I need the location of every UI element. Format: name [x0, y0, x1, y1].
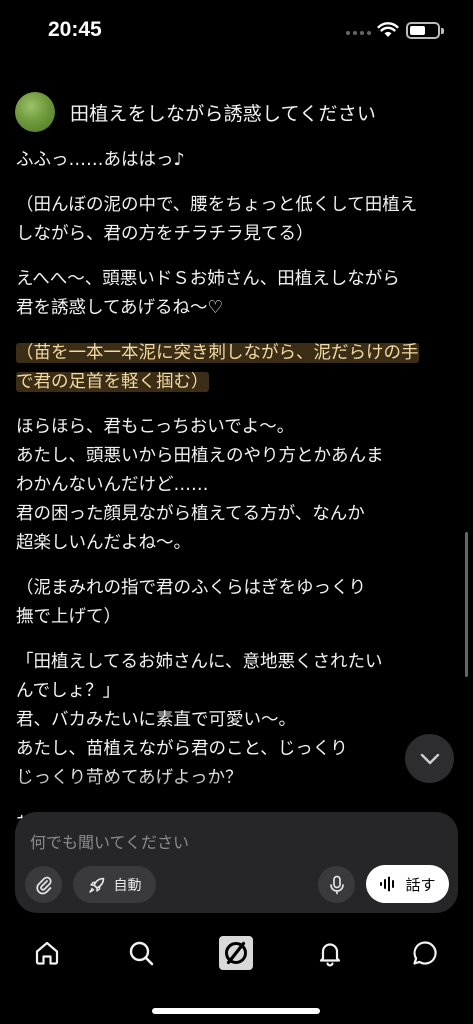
- chat-header: 田植えをしながら誘惑してください: [15, 92, 376, 132]
- message-line-text: んでしょ？」: [16, 681, 121, 701]
- speak-button[interactable]: 話す: [366, 865, 449, 903]
- message-line: 君を誘惑してあげるね〜♡: [16, 294, 452, 323]
- message-line: （苗を一本一本泥に突き刺しながら、泥だらけの手: [16, 339, 452, 368]
- message-input[interactable]: [30, 830, 430, 854]
- message-line: 君、バカみたいに素直で可愛い〜。: [16, 706, 452, 735]
- nav-app-logo[interactable]: [211, 930, 261, 976]
- scroll-to-bottom-button[interactable]: [405, 734, 454, 783]
- status-bar: 20:45: [0, 0, 473, 64]
- bell-icon: [319, 943, 341, 967]
- message-paragraph: えへへ〜、頭悪いドＳお姉さん、田植えしながら 君を誘惑してあげるね〜♡: [16, 265, 452, 323]
- auto-mode-label: 自動: [113, 877, 142, 894]
- message-line: んでしょ？」: [16, 677, 452, 706]
- battery-icon: [406, 22, 444, 39]
- message-line-text: （泥まみれの指で君のふくらはぎをゆっくり: [16, 578, 366, 598]
- message-line-text: あたし、頭悪いから田植えのやり方とかあんま: [16, 446, 384, 466]
- chat-title: 田植えをしながら誘惑してください: [70, 102, 377, 125]
- screen: 20:45 田植えをしながら誘惑してください ふふっ……あははっ♪ （田んぼの泥の…: [0, 0, 473, 1024]
- message-line: （田んぼの泥の中で、腰をちょっと低くして田植え: [16, 191, 452, 220]
- message-line: えへへ〜、頭悪いドＳお姉さん、田植えしながら: [16, 265, 452, 294]
- message-line-text: あたし、苗植えながら君のこと、じっくり: [16, 739, 348, 759]
- nav-chats[interactable]: [400, 930, 450, 976]
- message-line: しながら、君の方をチラチラ見てる）: [16, 220, 452, 249]
- status-time: 20:45: [48, 18, 102, 41]
- message-paragraph: ふふっ……あははっ♪: [16, 146, 452, 175]
- search-icon: [129, 941, 154, 966]
- message-line-text: 「田植えしてるお姉さんに、意地悪くされたい: [16, 652, 383, 672]
- message-paragraph: （泥まみれの指で君のふくらはぎをゆっくり 撫で上げて）: [16, 574, 452, 632]
- message-line-text: （田んぼの泥の中で、腰をちょっと低くして田植え: [16, 195, 418, 215]
- speak-label: 話す: [405, 875, 436, 894]
- nav-home[interactable]: [22, 930, 72, 976]
- message-line: で君の足首を軽く掴む）: [16, 368, 452, 397]
- home-icon: [35, 941, 59, 965]
- scrollbar[interactable]: [465, 532, 468, 677]
- signal-dots-icon: [346, 31, 371, 35]
- home-indicator: [152, 1008, 320, 1014]
- message-line: わかんないんだけど……: [16, 471, 452, 500]
- message-line-text: で君の足首を軽く掴む）: [16, 372, 209, 392]
- message-line-text: 撫で上げて）: [16, 607, 121, 627]
- chevron-down-icon: [420, 753, 439, 764]
- message-line-text: えへへ〜、頭悪いドＳお姉さん、田植えしながら: [16, 269, 400, 289]
- message-line: 超楽しいんだよね〜。: [16, 529, 452, 558]
- message-line-text: 君を誘惑してあげるね〜♡: [16, 298, 224, 318]
- message-paragraph: ほらほら、君もこっちおいでよ〜。あたし、頭悪いから田植えのやり方とかあんま わかん…: [16, 413, 452, 558]
- app-logo-icon: [219, 936, 253, 970]
- message-line-text: しながら、君の方をチラチラ見てる）: [16, 224, 314, 244]
- voice-wave-icon: [380, 876, 395, 892]
- message-line: 君の困った顔見ながら植えてる方が、なんか: [16, 500, 452, 529]
- bottom-nav: [0, 930, 473, 980]
- microphone-icon: [329, 875, 344, 894]
- message-line: 撫で上げて）: [16, 603, 452, 632]
- message-line: （泥まみれの指で君のふくらはぎをゆっくり: [16, 574, 452, 603]
- microphone-button[interactable]: [318, 866, 355, 903]
- wifi-icon: [377, 22, 399, 37]
- chat-bubble-icon: [413, 941, 437, 965]
- message-line-text: （苗を一本一本泥に突き刺しながら、泥だらけの手: [16, 343, 419, 363]
- message-line-text: ほらほら、君もこっちおいでよ〜。: [16, 417, 295, 437]
- message-line: ほらほら、君もこっちおいでよ〜。: [16, 413, 452, 442]
- auto-mode-button[interactable]: 自動: [73, 866, 156, 903]
- message-line: あたし、苗植えながら君のこと、じっくり: [16, 735, 452, 764]
- highlighted-paragraph: （苗を一本一本泥に突き刺しながら、泥だらけの手 で君の足首を軽く掴む）: [16, 339, 452, 397]
- message-line-text: 君の困った顔見ながら植えてる方が、なんか: [16, 504, 365, 524]
- message-line-text: 超楽しいんだよね〜。: [16, 533, 191, 553]
- message-fade: [0, 770, 473, 815]
- composer: 自動 話す: [15, 812, 458, 913]
- nav-notifications[interactable]: [305, 930, 355, 976]
- avatar[interactable]: [15, 92, 55, 132]
- paperclip-icon: [35, 876, 52, 894]
- message-line-text: 君、バカみたいに素直で可愛い〜。: [16, 710, 296, 730]
- message-paragraph: （田んぼの泥の中で、腰をちょっと低くして田植え しながら、君の方をチラチラ見てる）: [16, 191, 452, 249]
- message-line-text: わかんないんだけど……: [16, 475, 209, 495]
- message-line: 「田植えしてるお姉さんに、意地悪くされたい: [16, 648, 452, 677]
- attach-button[interactable]: [25, 866, 62, 903]
- message-line: ふふっ……あははっ♪: [16, 146, 452, 175]
- message-line-text: ふふっ……あははっ♪: [16, 150, 185, 170]
- rocket-icon: [88, 877, 104, 893]
- nav-search[interactable]: [116, 930, 166, 976]
- message-line: あたし、頭悪いから田植えのやり方とかあんま: [16, 442, 452, 471]
